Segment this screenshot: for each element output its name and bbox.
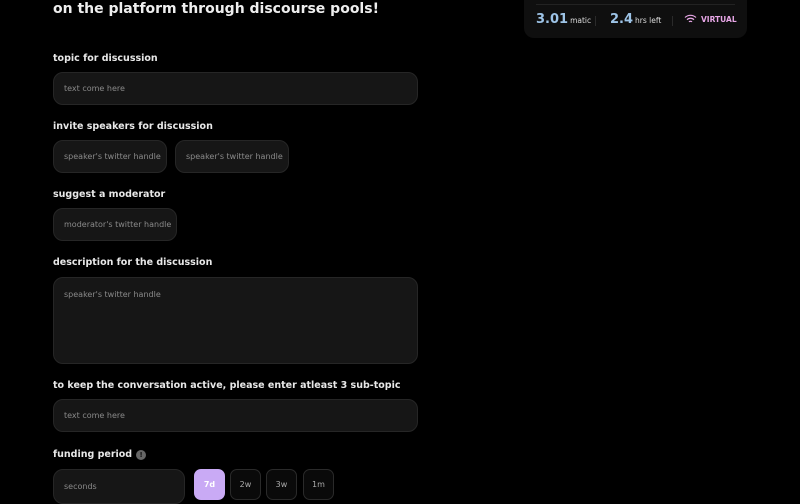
divider bbox=[536, 4, 735, 5]
speakers-label: invite speakers for discussion bbox=[53, 121, 213, 132]
speaker-1-input[interactable]: speaker's twitter handle bbox=[53, 140, 167, 173]
description-textarea[interactable]: speaker's twitter handle bbox=[53, 277, 418, 364]
page-headline: on the platform through discourse pools! bbox=[53, 1, 379, 17]
mode-label: VIRTUAL bbox=[701, 14, 737, 24]
divider bbox=[595, 16, 596, 26]
subtopic-input[interactable]: text come here bbox=[53, 399, 418, 432]
time-stat: 2.4 hrs left bbox=[610, 12, 661, 27]
description-label: description for the discussion bbox=[53, 257, 213, 268]
pool-stats-card: 3.01 matic 2.4 hrs left VIRTUAL bbox=[524, 0, 747, 38]
funding-label: funding period bbox=[53, 449, 133, 460]
amount-stat: 3.01 matic bbox=[536, 12, 591, 27]
funding-seconds-input[interactable]: seconds bbox=[53, 469, 185, 504]
speaker-2-input[interactable]: speaker's twitter handle bbox=[175, 140, 289, 173]
period-option-1m[interactable]: 1m bbox=[303, 469, 334, 500]
wifi-icon bbox=[684, 14, 697, 23]
moderator-input[interactable]: moderator's twitter handle bbox=[53, 208, 177, 241]
amount-value: 3.01 bbox=[536, 12, 569, 27]
divider bbox=[672, 16, 673, 26]
topic-label: topic for discussion bbox=[53, 53, 158, 64]
period-option-2w[interactable]: 2w bbox=[230, 469, 261, 500]
period-option-7d[interactable]: 7d bbox=[194, 469, 225, 500]
subtopic-label: to keep the conversation active, please … bbox=[53, 380, 401, 391]
amount-unit: matic bbox=[570, 16, 592, 25]
moderator-label: suggest a moderator bbox=[53, 189, 166, 200]
period-option-3w[interactable]: 3w bbox=[266, 469, 297, 500]
mode-badge: VIRTUAL bbox=[684, 14, 737, 24]
topic-input[interactable]: text come here bbox=[53, 72, 418, 105]
time-value: 2.4 bbox=[610, 12, 634, 27]
funding-label-row: funding period! bbox=[53, 449, 147, 460]
time-unit: hrs left bbox=[635, 16, 662, 25]
info-icon[interactable]: ! bbox=[136, 449, 147, 460]
